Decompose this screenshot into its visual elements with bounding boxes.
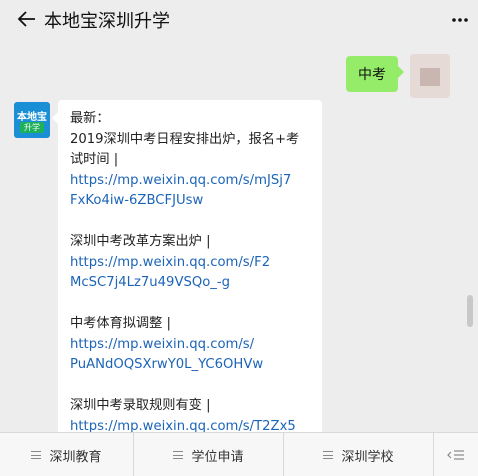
- article-link[interactable]: McSC7j4Lz7u49VSQo_-g: [70, 273, 310, 294]
- user-message: 中考: [346, 54, 450, 98]
- menu-icon: [31, 451, 42, 459]
- menu-item-school-place[interactable]: 学位申请: [134, 433, 284, 476]
- bot-avatar[interactable]: 本地宝 升学: [14, 102, 50, 138]
- article-link[interactable]: https://mp.weixin.qq.com/s/F2: [70, 253, 310, 274]
- back-arrow-icon[interactable]: [14, 6, 40, 32]
- chat-area[interactable]: 中考 本地宝 升学 最新： 2019深圳中考日程安排出炉，报名+考 试时间 | htt…: [0, 40, 478, 432]
- article-link[interactable]: FxKo4iw-6ZBCFJUsw: [70, 191, 310, 212]
- message-text-line: 深圳中考录取规则有变 |: [70, 398, 211, 413]
- more-options-icon[interactable]: [450, 10, 470, 30]
- bottom-menu: 深圳教育 学位申请 深圳学校: [0, 432, 478, 476]
- menu-item-shenzhen-schools[interactable]: 深圳学校: [284, 433, 434, 476]
- message-text-line: 最新：: [70, 111, 110, 126]
- user-avatar[interactable]: [410, 54, 450, 98]
- bot-message-bubble: 最新： 2019深圳中考日程安排出炉，报名+考 试时间 | https://mp.we…: [52, 100, 322, 433]
- message-text-line: 深圳中考改革方案出炉 |: [70, 234, 211, 249]
- article-link[interactable]: PuANdOQSXrwY0L_YC6OHVw: [70, 355, 310, 376]
- page-title: 本地宝深圳升学: [44, 11, 170, 32]
- top-bar: 本地宝深圳升学: [0, 0, 478, 40]
- menu-item-label: 学位申请: [191, 449, 244, 465]
- menu-icon: [173, 451, 184, 459]
- article-link[interactable]: https://mp.weixin.qq.com/s/mJSj7: [70, 171, 310, 192]
- menu-item-shenzhen-education[interactable]: 深圳教育: [0, 433, 134, 476]
- menu-icon: [323, 451, 334, 459]
- keyboard-switch-icon[interactable]: [434, 433, 478, 476]
- article-link[interactable]: https://mp.weixin.qq.com/s/: [70, 335, 310, 356]
- bot-message: 本地宝 升学 最新： 2019深圳中考日程安排出炉，报名+考 试时间 | https:…: [14, 100, 322, 432]
- article-link[interactable]: https://mp.weixin.qq.com/s/T2Zx5: [70, 417, 310, 433]
- user-message-bubble[interactable]: 中考: [346, 56, 404, 92]
- menu-item-label: 深圳学校: [341, 449, 394, 465]
- avatar-logo-text: 本地宝: [17, 112, 47, 123]
- avatar-logo-tag: 升学: [20, 122, 44, 133]
- message-text-line: 2019深圳中考日程安排出炉，报名+考: [70, 131, 300, 147]
- menu-item-label: 深圳教育: [49, 449, 102, 465]
- message-text-line: 中考体育拟调整 |: [70, 316, 171, 331]
- message-text-line: 试时间 |: [70, 152, 119, 167]
- scrollbar[interactable]: [467, 295, 473, 327]
